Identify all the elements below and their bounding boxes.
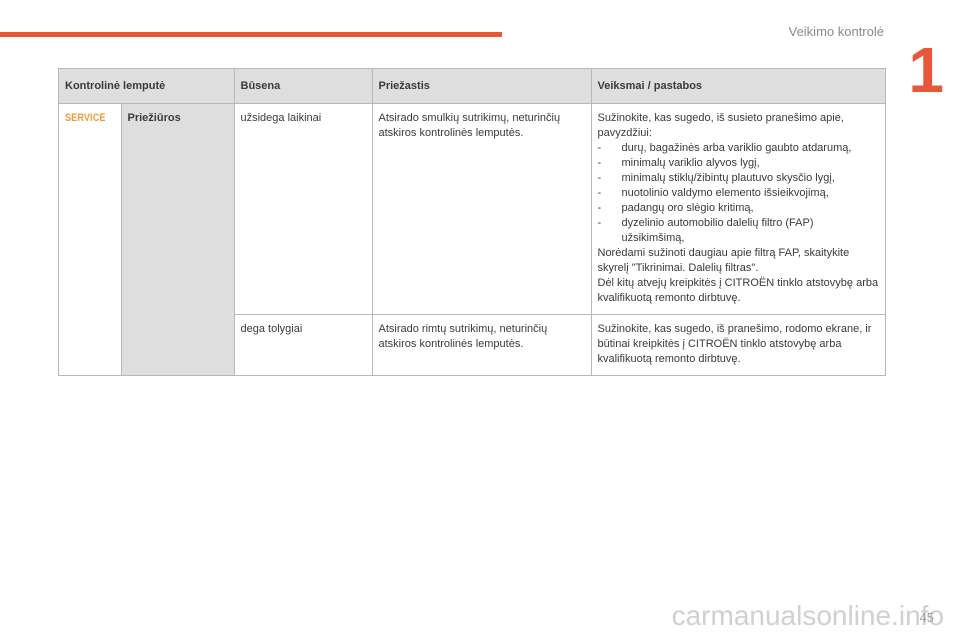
watermark: carmanualsonline.info <box>671 600 944 631</box>
col-header-state: Būsena <box>233 68 373 104</box>
col-header-lamp: Kontrolinė lemputė <box>58 68 235 104</box>
action-intro: Sužinokite, kas sugedo, iš susieto prane… <box>597 112 844 139</box>
col-header-cause: Priežastis <box>371 68 592 104</box>
service-warning-icon: SERVICE <box>65 112 106 124</box>
action-cell: Sužinokite, kas sugedo, iš susieto prane… <box>590 103 886 315</box>
cause-cell: Atsirado smulkių sutrikimų, neturinčių a… <box>371 103 592 315</box>
cause-cell: Atsirado rimtų sutrikimų, neturinčių ats… <box>371 314 592 376</box>
page-number: 45 <box>919 610 934 625</box>
state-cell: užsidega laikinai <box>233 103 373 315</box>
list-item: minimalų stiklų/žibintų plautuvo skysčio… <box>598 171 880 186</box>
list-item: nuotolinio valdymo elemento išsieikvojim… <box>598 186 880 201</box>
table-row: SERVICE Priežiūros užsidega laikinai Ats… <box>58 103 886 376</box>
list-item: durų, bagažinės arba variklio gaubto atd… <box>598 141 880 156</box>
action-outro-dealer: Dėl kitų atvejų kreipkitės į CITROËN tin… <box>597 277 879 304</box>
col-header-action: Veiksmai / pastabos <box>590 68 886 104</box>
list-item: padangų oro slėgio kritimą, <box>598 201 880 216</box>
lamp-name: Priežiūros <box>127 112 181 124</box>
action-outro-fap: Norėdami sužinoti daugiau apie filtrą FA… <box>597 247 850 274</box>
section-title: Veikimo kontrolė <box>788 24 884 39</box>
action-cell: Sužinokite, kas sugedo, iš pranešimo, ro… <box>590 314 886 376</box>
table-header-row: Kontrolinė lemputė Būsena Priežastis Vei… <box>58 68 886 104</box>
list-item: dyzelinio automobilio dalelių filtro (FA… <box>598 216 880 246</box>
action-list: durų, bagažinės arba variklio gaubto atd… <box>598 141 880 246</box>
lamp-icon-cell: SERVICE <box>58 103 122 376</box>
chapter-number: 1 <box>908 34 944 106</box>
list-item: minimalų variklio alyvos lygį, <box>598 156 880 171</box>
state-cell: dega tolygiai <box>233 314 373 376</box>
lamp-name-cell: Priežiūros <box>120 103 235 376</box>
warning-lamp-table: Kontrolinė lemputė Būsena Priežastis Vei… <box>58 68 886 376</box>
top-accent-bar <box>0 32 502 37</box>
